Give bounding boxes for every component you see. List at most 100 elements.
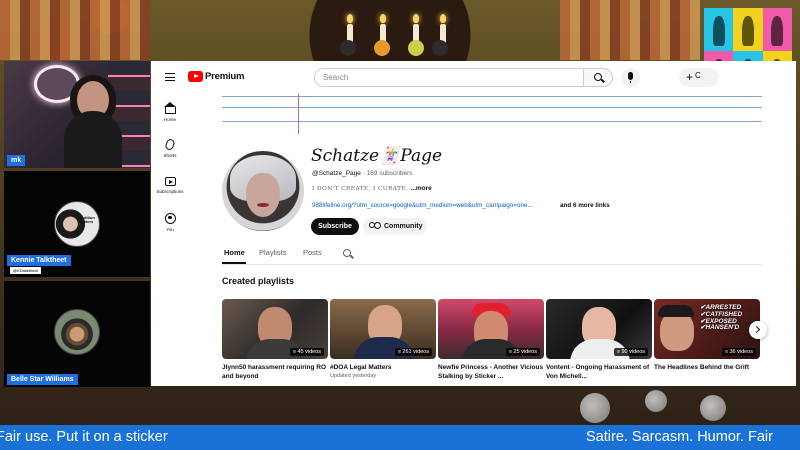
- description-text: I DON'T CREATE, I CURATE.: [312, 186, 411, 192]
- cam-handle-label: @KDtalktheat: [10, 267, 41, 274]
- playlist-title[interactable]: The Headlines Behind the Grift: [654, 363, 760, 372]
- banner-margin-line: [298, 94, 299, 134]
- playlist-updated: Updated yesterday: [330, 373, 377, 380]
- youtube-logo-icon[interactable]: [188, 71, 203, 82]
- create-button[interactable]: + C: [679, 68, 719, 87]
- channel-avatar[interactable]: [222, 151, 304, 231]
- playlist-title[interactable]: #DOA Legal Matters: [330, 363, 436, 372]
- video-count-badge: 36 videos: [722, 348, 756, 356]
- playlist-card[interactable]: ✔ARRESTED ✔CATFISHED ✔EXPOSED ✔HANSEN'D …: [654, 299, 760, 372]
- playlist-card[interactable]: 261 videos #DOA Legal Matters Updated ye…: [330, 299, 436, 379]
- host-body: [64, 111, 122, 168]
- search-input[interactable]: [314, 68, 584, 87]
- plus-icon: +: [686, 70, 694, 84]
- channel-link[interactable]: 988lifeline.org/?utm_source=google&utm_m…: [312, 202, 533, 209]
- nav-label: Home: [163, 117, 176, 122]
- community-button[interactable]: Community: [363, 218, 427, 235]
- banner-rule: [222, 96, 762, 97]
- mirror-ball: [645, 390, 667, 412]
- nav-subscriptions[interactable]: Subscriptions: [154, 177, 186, 194]
- subscriptions-icon: [164, 177, 176, 186]
- you-icon: [164, 213, 176, 224]
- playlist-thumbnail[interactable]: 45 videos: [222, 299, 328, 359]
- nav-home[interactable]: Home: [157, 102, 183, 122]
- playlist-thumbnail[interactable]: 90 videos: [546, 299, 652, 359]
- voice-search-button[interactable]: [621, 68, 640, 87]
- playlist-card[interactable]: 25 videos Newfie Princess - Another Vici…: [438, 299, 544, 382]
- shorts-icon: [164, 137, 176, 152]
- playlist-title[interactable]: Vontent - Ongoing Harassment of Von Mich…: [546, 363, 652, 382]
- description-more-link[interactable]: ...more: [410, 185, 431, 192]
- banner-rule: [222, 121, 762, 122]
- youtube-window: Premium + C Home Shorts Subscriptions Yo…: [151, 61, 796, 386]
- thumb-face: [660, 311, 694, 351]
- pop-art-tile: [733, 8, 763, 51]
- cam-name-label: Kennie Talktheet: [7, 255, 71, 266]
- youtube-topbar: Premium + C: [151, 61, 796, 93]
- ornament: [374, 40, 390, 56]
- nav-shorts[interactable]: Shorts: [157, 137, 183, 158]
- ornament: [408, 40, 424, 56]
- create-label: C: [695, 71, 701, 80]
- retro-wall-pattern: [560, 0, 700, 60]
- channel-handle-row: @Schatze_Page · 169 subscribers: [312, 170, 413, 177]
- cam-tile-kennie: Sedition Matters Kennie Talktheet @KDtal…: [4, 171, 150, 277]
- tab-playlists[interactable]: Playlists: [259, 248, 287, 257]
- nav-you[interactable]: You: [157, 213, 183, 232]
- pop-art-tile: [762, 8, 792, 51]
- search-icon: [343, 249, 351, 257]
- search-icon: [594, 73, 602, 81]
- flame-icon: [413, 14, 419, 23]
- community-label: Community: [384, 223, 423, 230]
- thumb-cap: [658, 305, 694, 317]
- search-button[interactable]: [583, 68, 613, 87]
- subscriber-count: · 169 subscribers: [360, 170, 413, 177]
- tab-home[interactable]: Home: [224, 248, 245, 257]
- avatar-lips: [257, 203, 269, 207]
- avatar-caption: Sedition Matters: [79, 215, 95, 225]
- youtube-brand[interactable]: Premium: [205, 71, 244, 82]
- ornament: [340, 40, 356, 56]
- channel-description[interactable]: I DON'T CREATE, I CURATE. ...more: [312, 185, 432, 192]
- stream-ticker: Fair use. Put it on a sticker Satire. Sa…: [0, 425, 800, 450]
- mirror-ball: [700, 395, 726, 421]
- tab-divider: [222, 264, 762, 265]
- channel-handle: @Schatze_Page: [312, 170, 361, 177]
- cam-name-label: Belle Star Williams: [7, 374, 78, 385]
- flame-icon: [440, 14, 446, 23]
- video-count-badge: 45 videos: [290, 348, 324, 356]
- tab-posts[interactable]: Posts: [303, 248, 322, 257]
- playlist-thumbnail[interactable]: ✔ARRESTED ✔CATFISHED ✔EXPOSED ✔HANSEN'D …: [654, 299, 760, 359]
- channel-banner: [222, 94, 762, 134]
- playlist-card[interactable]: 90 videos Vontent - Ongoing Harassment o…: [546, 299, 652, 382]
- video-count-badge: 90 videos: [614, 348, 648, 356]
- avatar-face: [246, 173, 280, 217]
- ticker-text-left: Fair use. Put it on a sticker: [0, 429, 168, 445]
- cam-tile-mk: mk: [4, 61, 150, 168]
- nav-label: Shorts: [163, 153, 177, 158]
- nav-label: Subscriptions: [156, 189, 184, 194]
- retro-wall-pattern: [0, 0, 150, 60]
- video-count-badge: 261 videos: [395, 348, 432, 356]
- channel-search-button[interactable]: [343, 249, 352, 258]
- home-icon: [163, 102, 176, 114]
- playlist-thumbnail[interactable]: 261 videos: [330, 299, 436, 359]
- playlist-title[interactable]: Jlynn50 harassment requiring RO and beyo…: [222, 363, 328, 382]
- section-title: Created playlists: [222, 276, 295, 286]
- next-arrow-icon[interactable]: [749, 321, 767, 339]
- thumb-caption: ✔ARRESTED ✔CATFISHED ✔EXPOSED ✔HANSEN'D: [700, 304, 743, 332]
- video-count-badge: 25 videos: [506, 348, 540, 356]
- playlist-card[interactable]: 45 videos Jlynn50 harassment requiring R…: [222, 299, 328, 382]
- menu-icon[interactable]: [165, 73, 175, 81]
- playlist-thumbnail[interactable]: 25 videos: [438, 299, 544, 359]
- playlist-title[interactable]: Newfie Princess - Another Vicious Stalki…: [438, 363, 544, 382]
- ornament: [432, 40, 448, 56]
- subscribe-button[interactable]: Subscribe: [311, 218, 359, 235]
- more-links[interactable]: and 6 more links: [560, 202, 610, 209]
- avatar: Sedition Matters: [54, 201, 100, 247]
- microphone-icon: [628, 72, 633, 83]
- nav-label: You: [166, 227, 174, 232]
- flame-icon: [380, 14, 386, 23]
- pop-art-tile: [704, 8, 734, 51]
- cam-name-label: mk: [7, 155, 26, 166]
